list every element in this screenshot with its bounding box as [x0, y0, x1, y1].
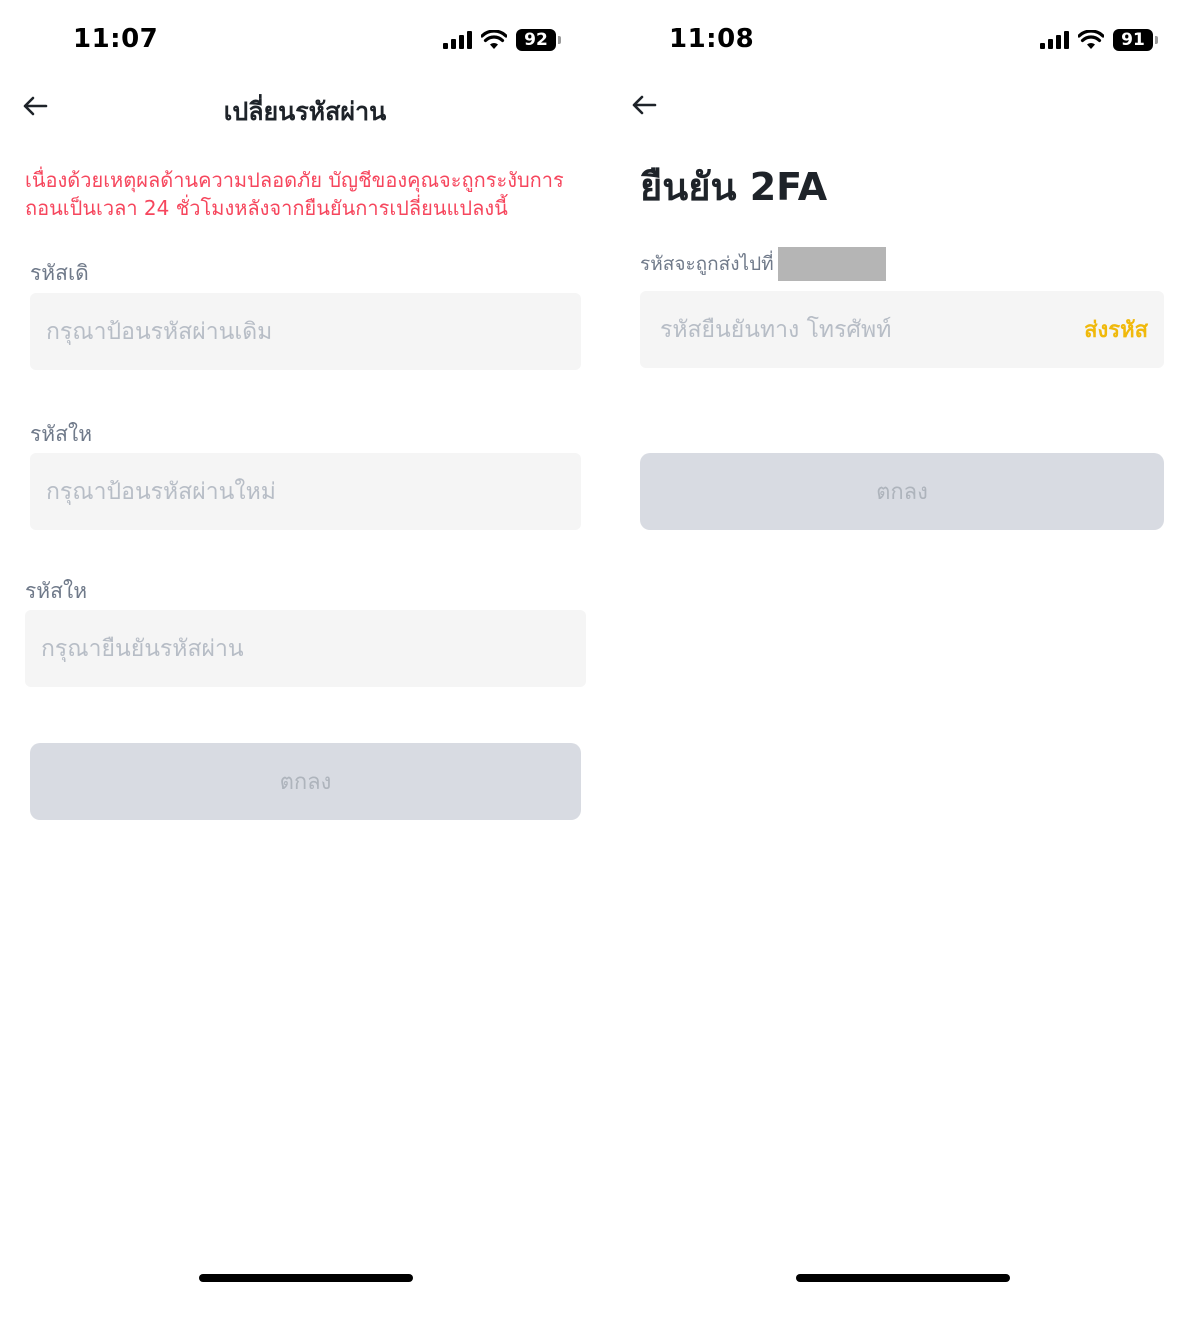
battery-icon: 92 [516, 29, 561, 51]
home-indicator[interactable] [796, 1274, 1010, 1282]
redacted-phone-number [777, 247, 886, 281]
battery-level: 91 [1113, 29, 1153, 51]
page-title: ยืนยัน 2FA [640, 165, 828, 209]
new-password-label: รหัสให [30, 422, 93, 446]
confirm-password-label: รหัสให [25, 579, 88, 603]
page-title: เปลี่ยนรหัสผ่าน [223, 97, 387, 126]
cellular-signal-icon [1040, 31, 1069, 49]
battery-level: 92 [516, 29, 556, 51]
security-warning: เนื่องด้วยเหตุผลด้านความปลอดภัย บัญชีของ… [25, 168, 564, 220]
send-code-button[interactable]: ส่งรหัส [1084, 312, 1148, 347]
status-time: 11:07 [73, 24, 159, 54]
change-password-screen: 11:07 92 เปลี่ยนรหัสผ่าน เนื่องด้วยเหตุผ… [0, 0, 598, 1322]
wifi-icon [1078, 30, 1104, 49]
confirm-button[interactable]: ตกลง [640, 453, 1164, 530]
code-sent-to-label: รหัสจะถูกส่งไปที่ [640, 253, 774, 275]
wifi-icon [481, 30, 507, 49]
confirm-button[interactable]: ตกลง [30, 743, 581, 820]
home-indicator[interactable] [199, 1274, 413, 1282]
back-button[interactable] [631, 94, 657, 120]
confirm-password-input[interactable] [39, 634, 586, 663]
back-arrow-icon [632, 95, 657, 115]
status-icons: 92 [443, 29, 561, 51]
old-password-input[interactable] [44, 317, 581, 346]
status-icons: 91 [1040, 29, 1158, 51]
code-sent-to: รหัสจะถูกส่งไปที่ [640, 247, 886, 281]
cellular-signal-icon [443, 31, 472, 49]
battery-icon: 91 [1113, 29, 1158, 51]
verification-code-input[interactable] [658, 315, 1054, 344]
status-time: 11:08 [669, 24, 755, 54]
confirm-password-field[interactable] [25, 610, 586, 687]
verify-2fa-screen: 11:08 91 ยืนยัน 2FA รหัสจะถูกส่งไปที่ ส่… [598, 0, 1200, 1322]
new-password-field[interactable] [30, 453, 581, 530]
old-password-label: รหัสเดิ [30, 261, 89, 285]
new-password-input[interactable] [44, 477, 581, 506]
old-password-field[interactable] [30, 293, 581, 370]
verification-code-field[interactable]: ส่งรหัส [640, 291, 1164, 368]
